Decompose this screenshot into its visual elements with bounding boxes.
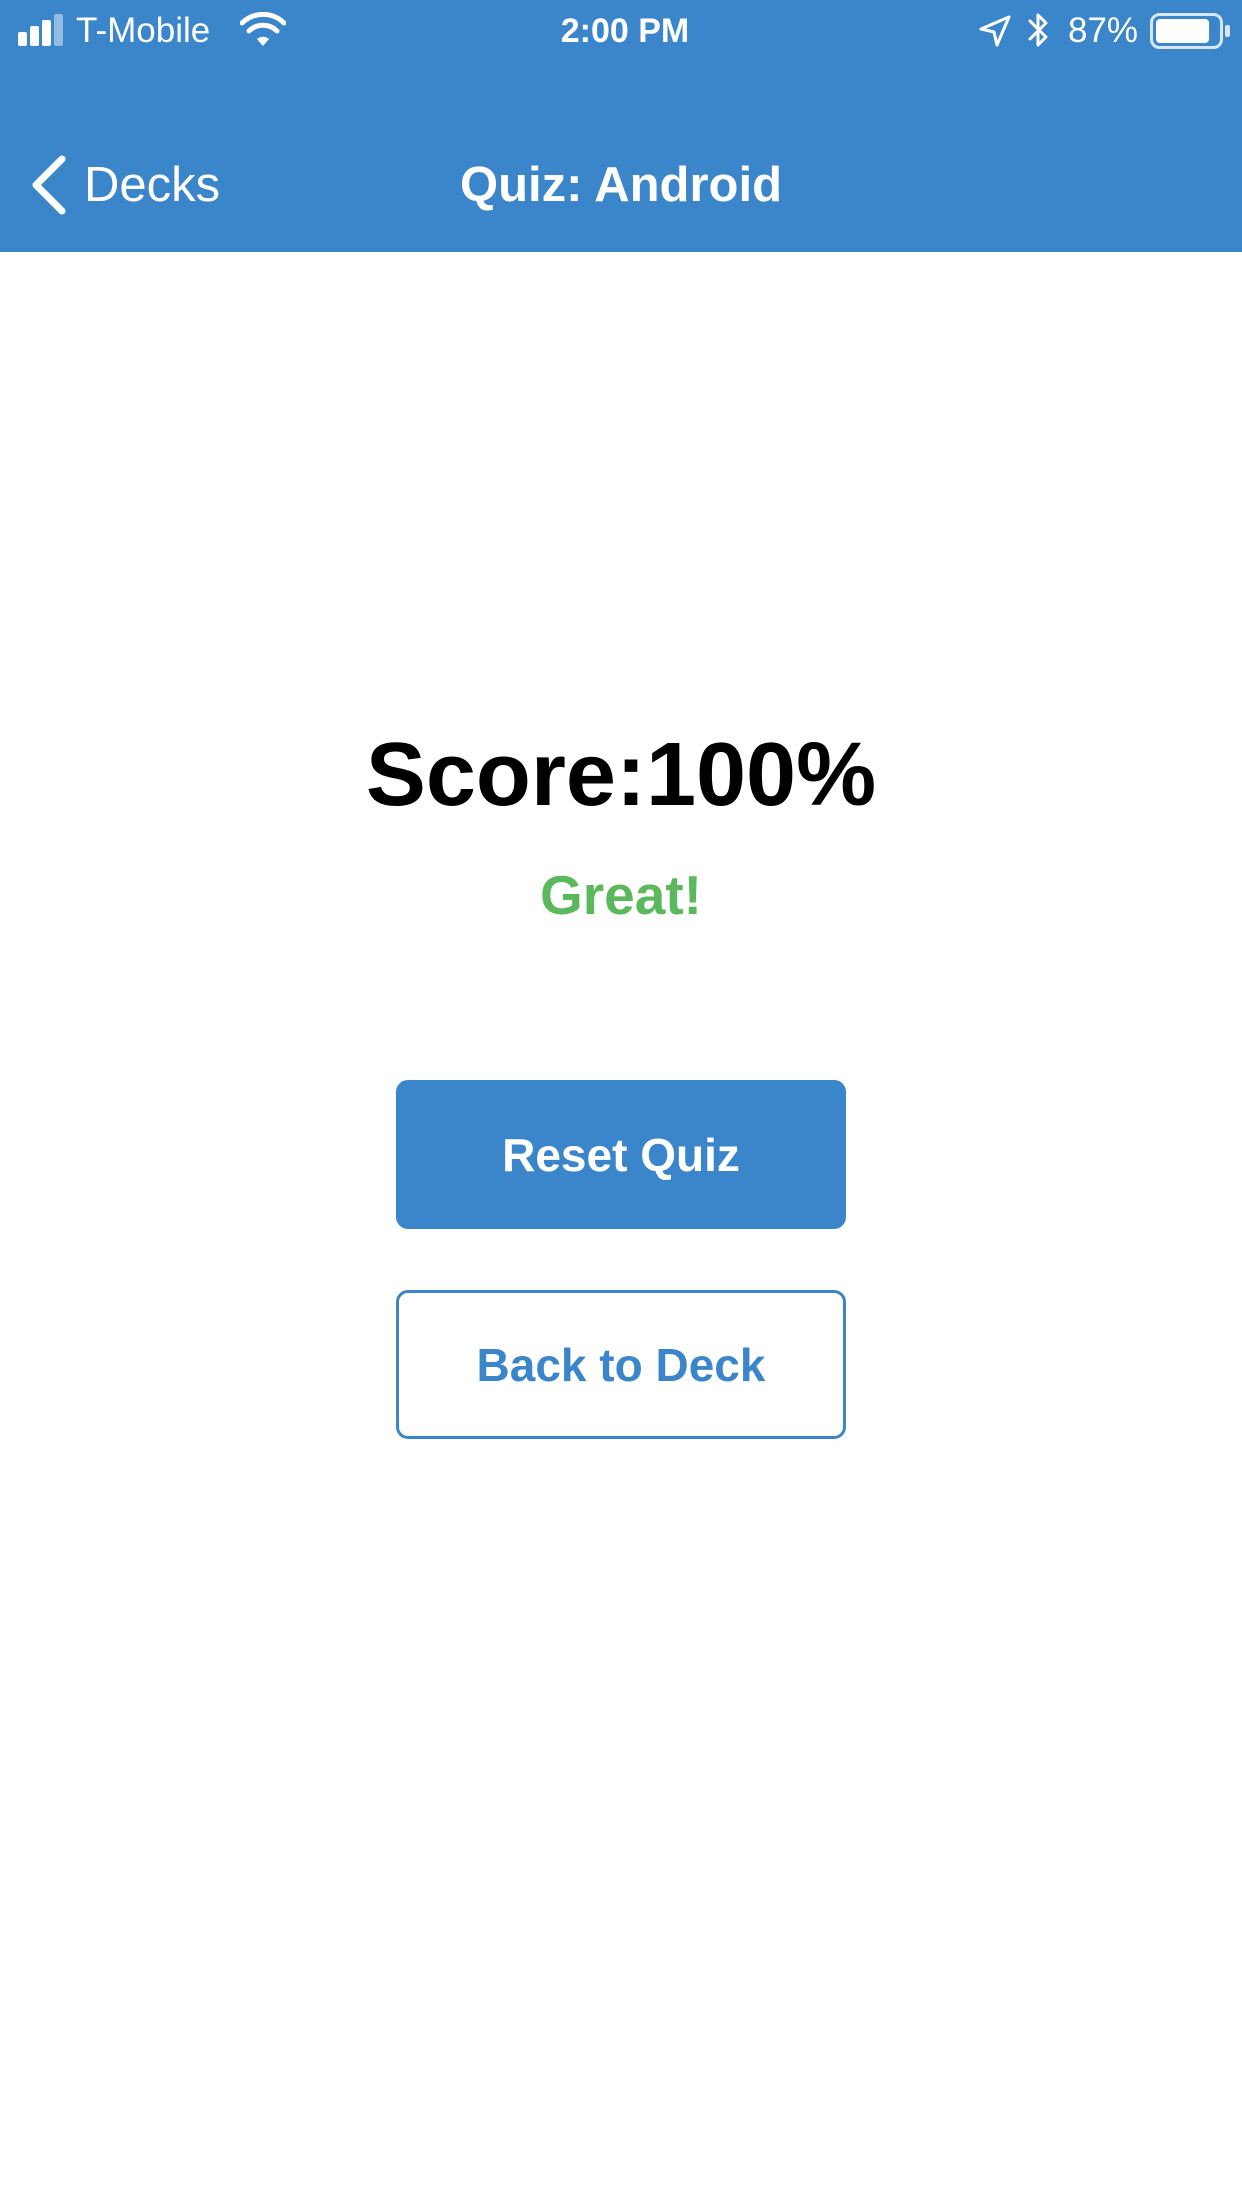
header-bar: T-Mobile 2:00 PM 87% Decks Quiz: Android	[0, 0, 1242, 252]
status-bar: T-Mobile 2:00 PM 87%	[0, 0, 1242, 62]
status-time: 2:00 PM	[560, 12, 690, 50]
back-to-deck-label: Back to Deck	[476, 1338, 766, 1391]
back-to-deck-button[interactable]: Back to Deck	[396, 1290, 846, 1439]
bluetooth-icon	[1028, 13, 1048, 47]
battery-percent: 87%	[1068, 11, 1139, 50]
feedback-text: Great!	[540, 864, 702, 926]
battery-icon	[1150, 13, 1230, 49]
reset-quiz-label: Reset Quiz	[502, 1128, 740, 1181]
score-text: Score:100%	[365, 725, 877, 825]
reset-quiz-button[interactable]: Reset Quiz	[396, 1080, 846, 1229]
location-icon	[979, 15, 1011, 47]
page-title: Quiz: Android	[459, 158, 783, 212]
